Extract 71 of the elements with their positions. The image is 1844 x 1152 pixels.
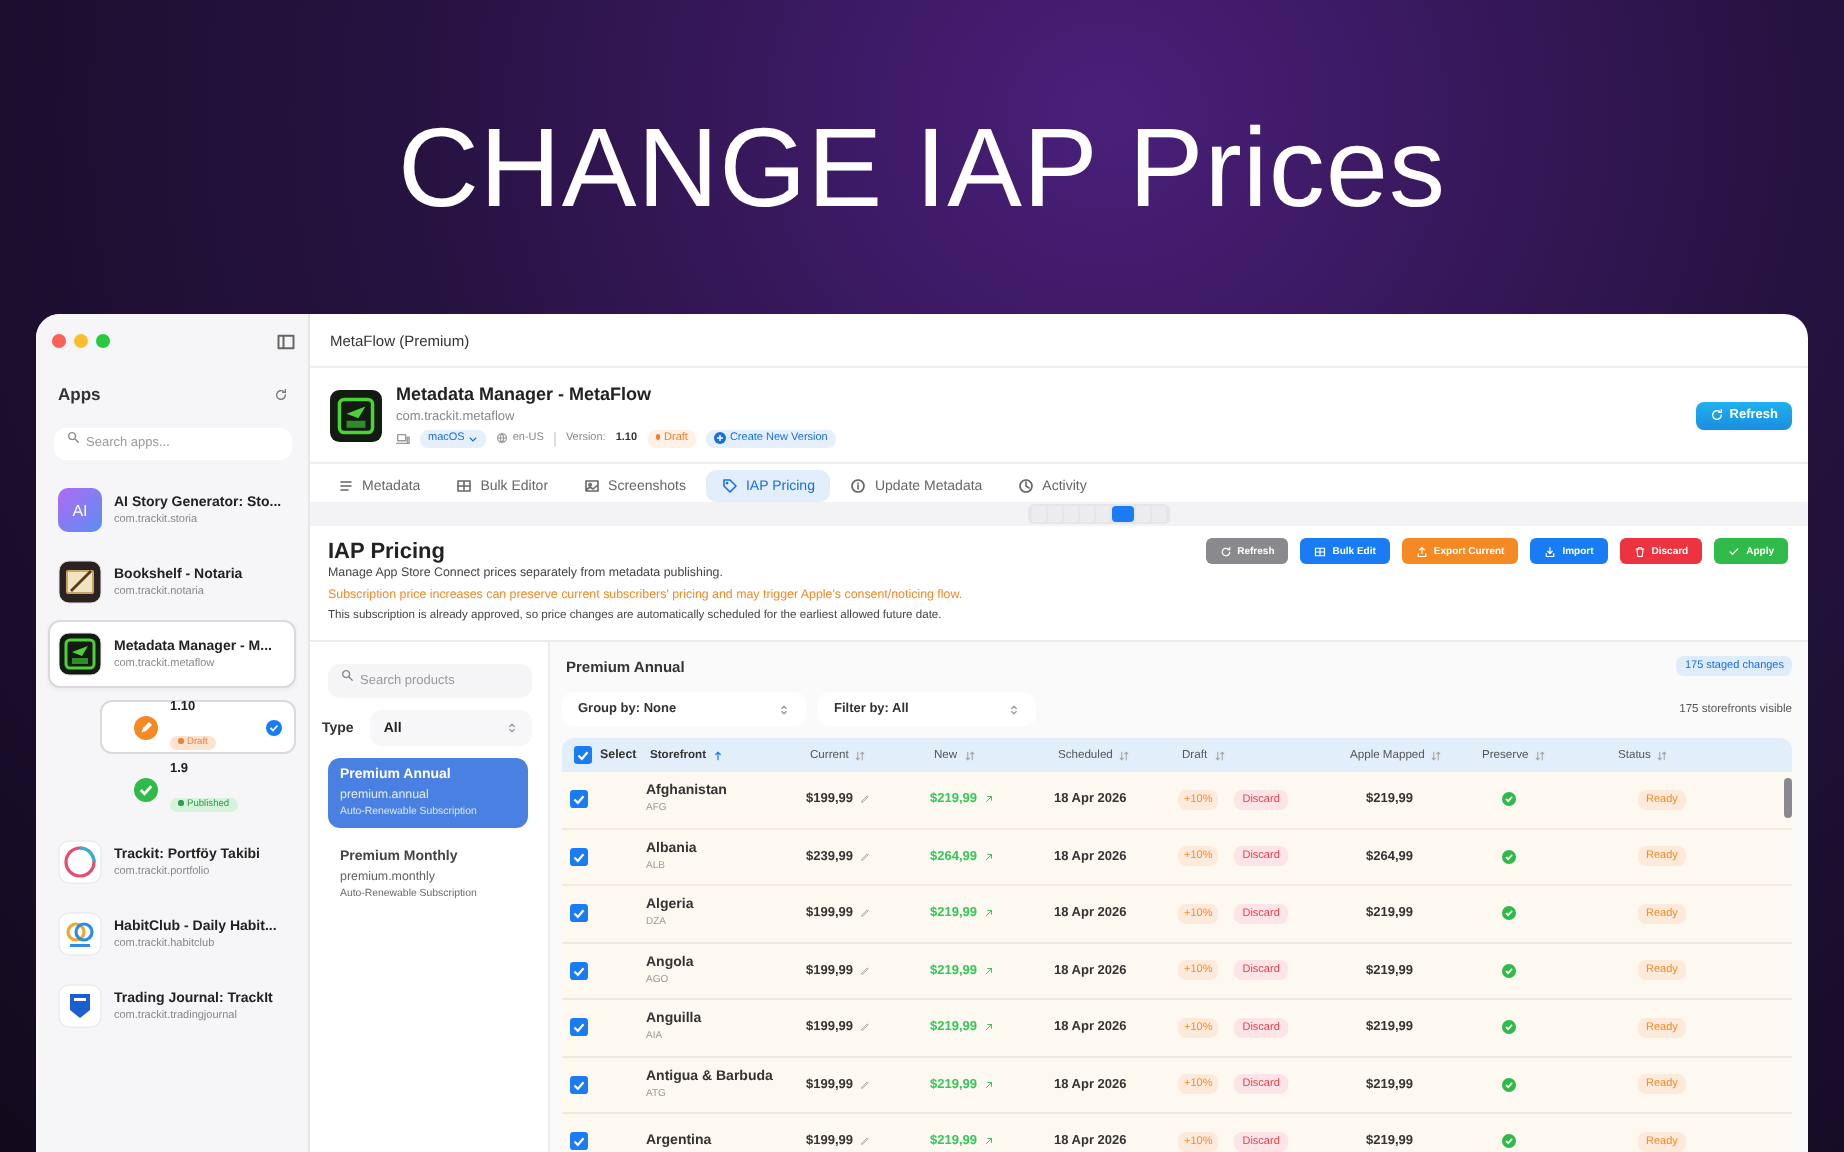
search-icon	[340, 668, 354, 682]
zoom-window-button[interactable]	[96, 334, 110, 348]
sort-icon	[1118, 749, 1131, 761]
sort-icon	[854, 749, 867, 761]
pencil-icon	[859, 1022, 869, 1033]
plus-icon	[713, 432, 726, 444]
arrow-up-right-icon	[983, 908, 993, 919]
arrow-up-right-icon	[983, 851, 993, 862]
refresh-icon	[1219, 545, 1232, 557]
search-icon	[66, 429, 80, 443]
arrow-up-right-icon	[983, 1136, 993, 1147]
up-down-chevron-icon	[1008, 703, 1020, 715]
section-title: IAP Pricing	[328, 539, 445, 563]
arrow-up-right-icon	[983, 794, 993, 805]
pencil-icon	[859, 1136, 869, 1147]
arrow-up-right-icon	[983, 965, 993, 976]
checkbox[interactable]	[570, 1132, 588, 1151]
sort-icon	[1534, 749, 1547, 761]
arrow-up-right-icon	[983, 1022, 993, 1033]
checkbox[interactable]	[570, 790, 588, 809]
checkbox[interactable]	[574, 746, 592, 764]
checkbox[interactable]	[570, 904, 588, 923]
pencil-badge-icon	[134, 715, 158, 739]
checkbox[interactable]	[570, 847, 588, 866]
checkbox[interactable]	[570, 961, 588, 980]
sort-ascending-icon	[712, 749, 725, 761]
sort-icon	[963, 749, 976, 761]
check-icon	[1728, 545, 1741, 557]
close-window-button[interactable]	[52, 334, 66, 348]
app-logo: AI	[58, 488, 102, 532]
refresh-icon	[274, 387, 288, 401]
sort-icon	[1656, 749, 1669, 761]
grid-icon	[456, 478, 473, 494]
ring-icon	[58, 840, 102, 884]
globe-icon	[496, 432, 509, 444]
sort-icon	[1213, 749, 1226, 761]
up-down-chevron-icon	[778, 703, 790, 715]
list-icon	[338, 478, 354, 494]
pencil-icon	[859, 794, 869, 805]
selected-check-icon	[266, 719, 282, 735]
grid-icon	[1314, 545, 1327, 557]
trash-icon	[1633, 545, 1646, 557]
checkbox[interactable]	[570, 1075, 588, 1094]
devices-icon	[396, 431, 410, 445]
arrow-up-right-icon	[983, 1079, 993, 1090]
shield-icon	[58, 984, 102, 1028]
pencil-icon	[859, 851, 869, 862]
sidebar-title: Apps	[58, 384, 101, 404]
download-icon	[1544, 545, 1557, 557]
sidebar-toggle-icon	[276, 331, 296, 351]
headline: CHANGE IAP Prices	[395, 102, 1449, 232]
pencil-icon	[859, 908, 869, 919]
tag-icon	[721, 478, 738, 494]
refresh-icon	[1709, 408, 1724, 422]
pencil-icon	[859, 1079, 869, 1090]
checkbox[interactable]	[570, 1018, 588, 1037]
book-icon	[58, 560, 102, 604]
sort-icon	[1430, 749, 1443, 761]
chevron-down-icon	[468, 433, 479, 443]
pencil-icon	[859, 965, 869, 976]
upload-icon	[1415, 545, 1428, 557]
image-icon	[584, 478, 601, 494]
scrollbar[interactable]	[1784, 778, 1792, 818]
page-scroller[interactable]	[1028, 504, 1170, 524]
clock-icon	[1018, 478, 1035, 494]
up-down-chevron-icon	[506, 722, 518, 734]
rings-icon	[58, 912, 102, 956]
info-icon	[850, 478, 867, 494]
app-title: Metadata Manager - MetaFlow	[396, 383, 654, 403]
check-badge-icon	[134, 777, 158, 801]
framed-arrow-icon	[58, 632, 102, 676]
